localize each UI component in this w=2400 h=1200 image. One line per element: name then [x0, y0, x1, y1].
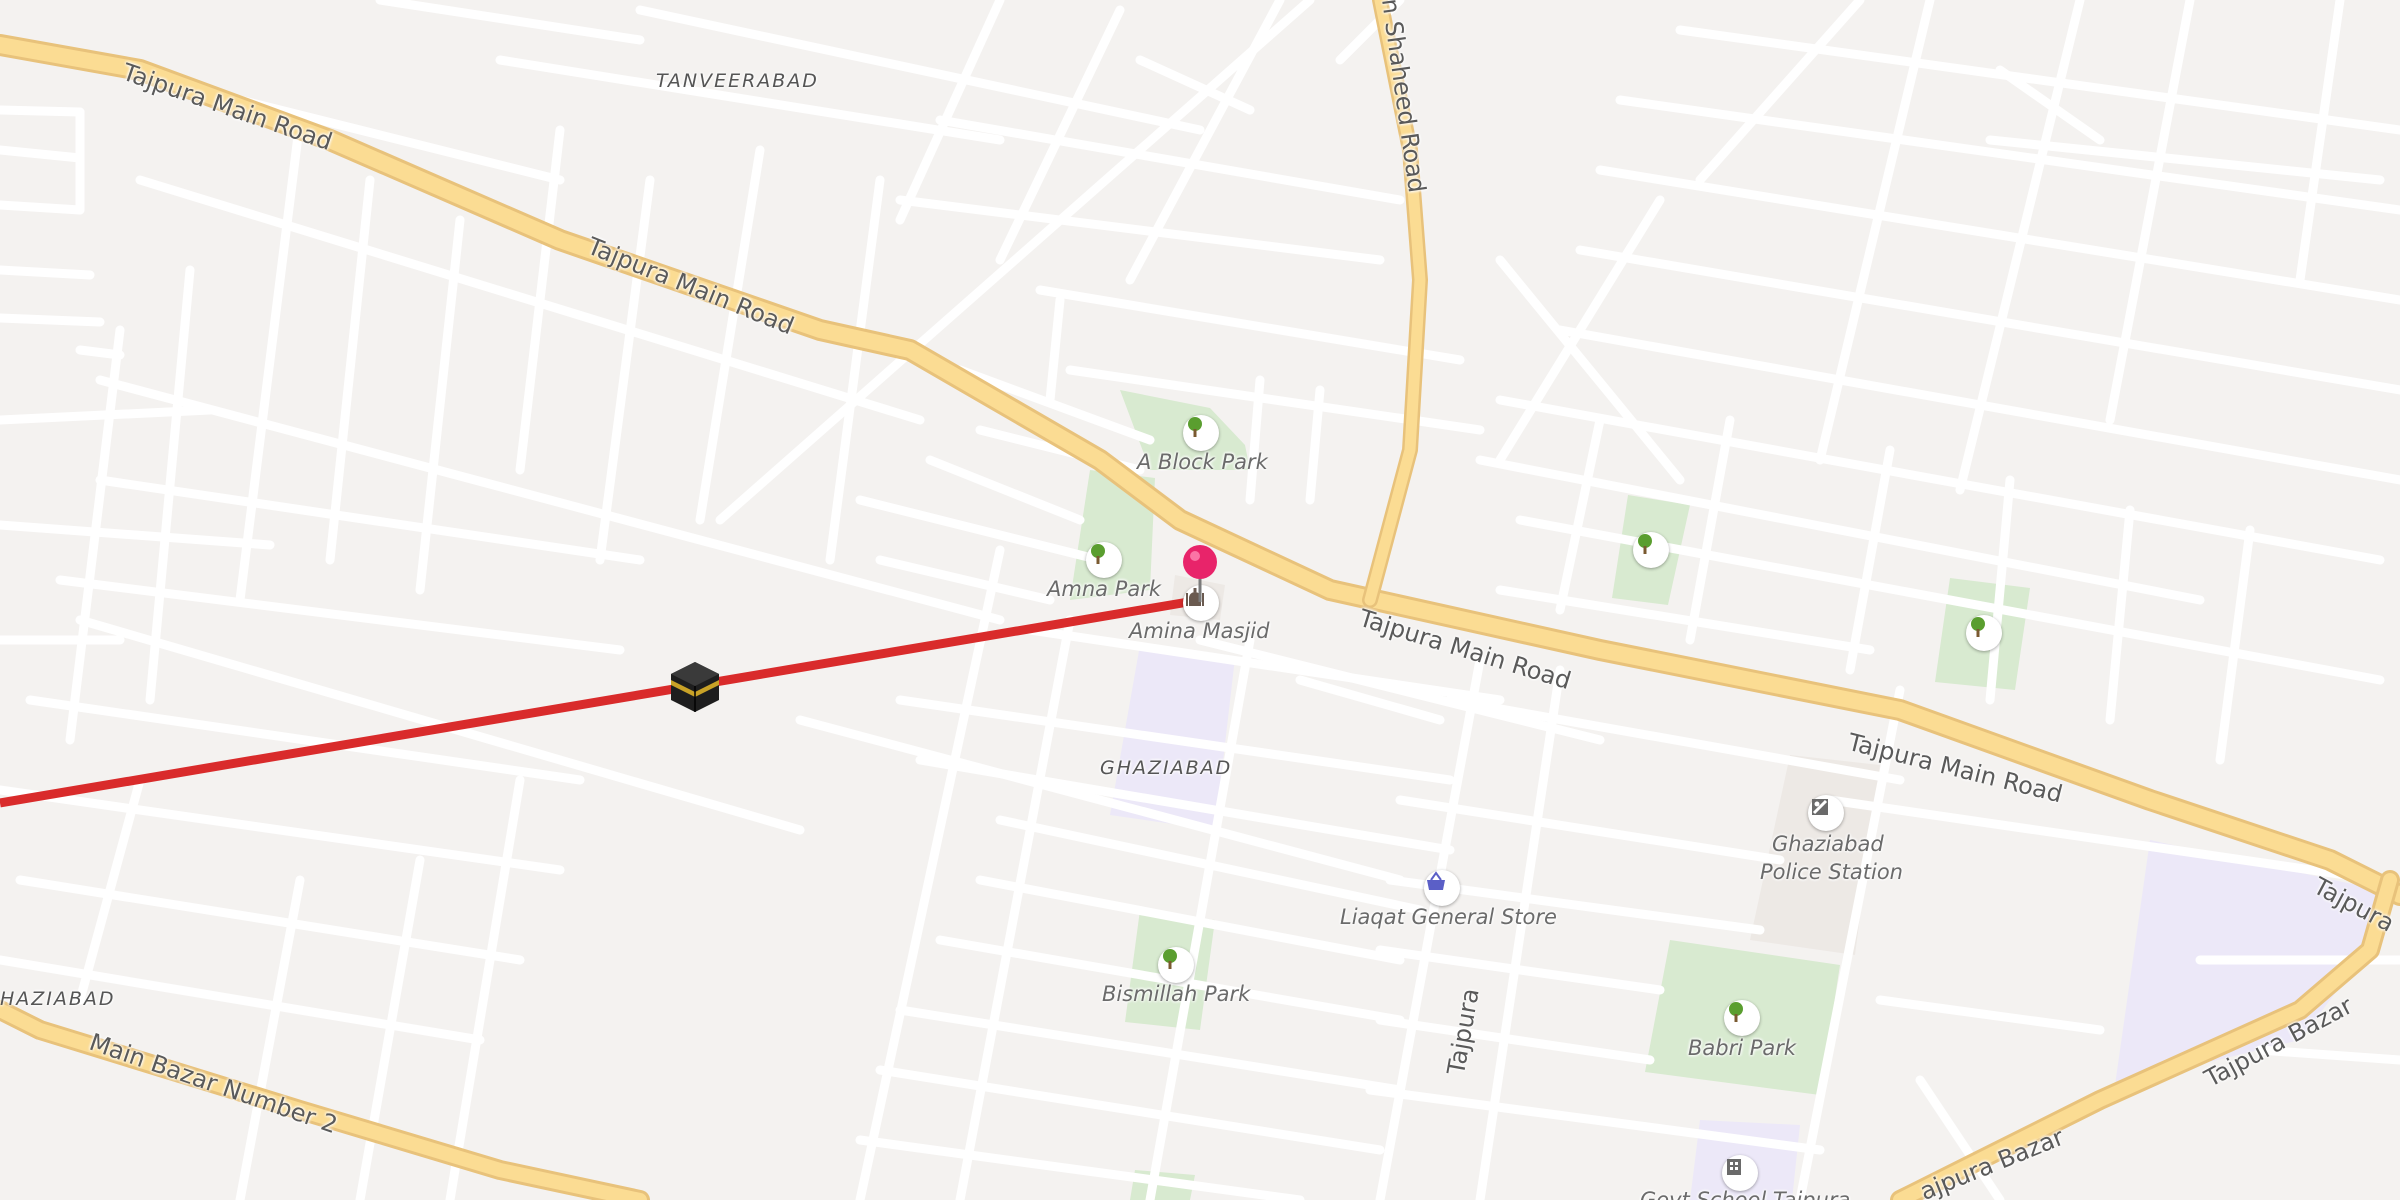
tree-icon[interactable] [1183, 415, 1219, 451]
area-label-tanveerabad: TANVEERABAD [656, 70, 819, 92]
poi-label-a-block-park: A Block Park [1137, 450, 1268, 474]
poi-label-police-station-line1: Ghaziabad [1772, 832, 1884, 856]
map-canvas[interactable]: TANVEERABAD GHAZIABAD HAZIABAD Tajpura M… [0, 0, 2400, 1200]
poi-label-amna-park: Amna Park [1047, 577, 1162, 601]
tree-icon[interactable] [1158, 947, 1194, 983]
tree-icon[interactable] [1966, 615, 2002, 651]
poi-label-bismillah-park: Bismillah Park [1102, 982, 1251, 1006]
poi-label-amina-masjid: Amina Masjid [1129, 619, 1270, 643]
tree-icon[interactable] [1086, 542, 1122, 578]
poi-label-liaqat-store: Liaqat General Store [1340, 905, 1557, 929]
area-label-ghaziabad: GHAZIABAD [1100, 757, 1233, 779]
poi-label-govt-school: Govt School Tajpura [1640, 1188, 1851, 1200]
police-icon[interactable] [1808, 795, 1844, 831]
area-label-ghaziabad-edge: HAZIABAD [0, 988, 116, 1010]
poi-label-babri-park: Babri Park [1688, 1036, 1797, 1060]
tree-icon[interactable] [1633, 532, 1669, 568]
poi-label-police-station-line2: Police Station [1760, 860, 1903, 884]
shopping-basket-icon[interactable] [1424, 870, 1460, 906]
tree-icon[interactable] [1724, 1000, 1760, 1036]
school-icon[interactable] [1722, 1155, 1758, 1191]
